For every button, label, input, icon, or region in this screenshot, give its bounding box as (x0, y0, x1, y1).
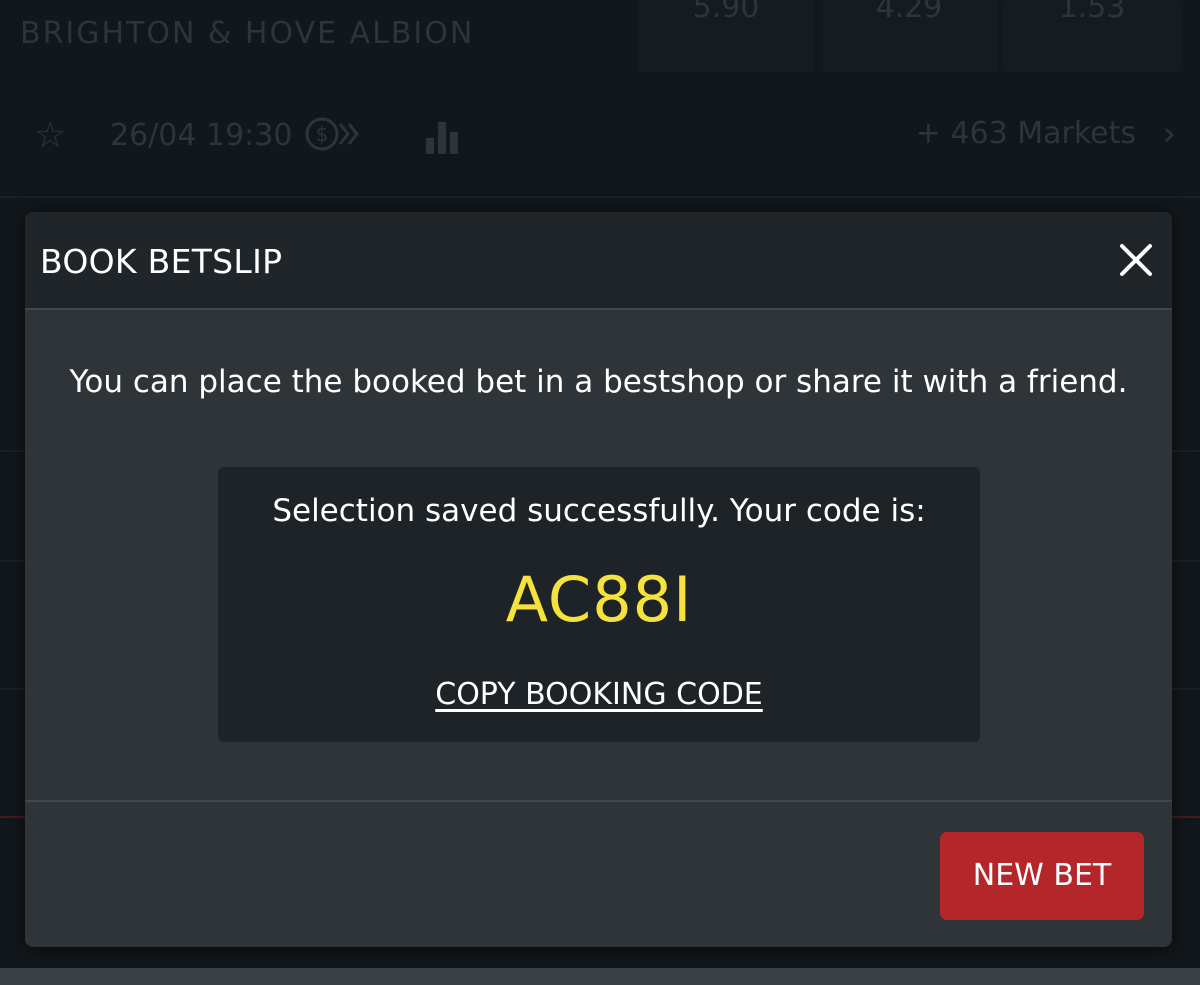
bottom-bar (0, 968, 1200, 985)
divider (0, 196, 1200, 198)
match-meta-row: ☆ 26/04 19:30 $ + 463 Markets › (0, 110, 1200, 160)
success-message: Selection saved successfully. Your code … (272, 493, 926, 529)
new-bet-button[interactable]: NEW BET (940, 832, 1144, 920)
odds-button-draw[interactable]: 4.29 (820, 0, 998, 72)
odds-value: 1.53 (1058, 0, 1126, 25)
cashout-icon: $ (304, 114, 364, 158)
info-text: You can place the booked bet in a bestsh… (69, 364, 1128, 400)
odds-value: 4.29 (875, 0, 943, 25)
modal-body: You can place the booked bet in a bestsh… (25, 310, 1172, 800)
book-betslip-modal: BOOK BETSLIP You can place the booked be… (25, 212, 1172, 947)
modal-header: BOOK BETSLIP (25, 212, 1172, 310)
odds-button-home[interactable]: 5.90 (637, 0, 815, 72)
copy-booking-code-link[interactable]: COPY BOOKING CODE (218, 677, 980, 712)
close-icon (1120, 244, 1152, 276)
booking-code-card: Selection saved successfully. Your code … (218, 467, 980, 742)
modal-footer: NEW BET (25, 800, 1172, 947)
stats-icon[interactable] (424, 118, 464, 160)
chevron-right-icon: › (1162, 114, 1176, 154)
svg-text:$: $ (316, 122, 329, 146)
star-icon[interactable]: ☆ (34, 118, 66, 154)
team-name: BRIGHTON & HOVE ALBION (20, 16, 475, 51)
booking-code: AC88I (505, 563, 693, 636)
match-time: 26/04 19:30 (110, 118, 293, 153)
markets-link[interactable]: + 463 Markets (916, 116, 1136, 151)
odds-value: 5.90 (692, 0, 760, 25)
odds-button-away[interactable]: 1.53 (1003, 0, 1181, 72)
close-button[interactable] (1112, 236, 1160, 284)
modal-title: BOOK BETSLIP (40, 242, 283, 281)
